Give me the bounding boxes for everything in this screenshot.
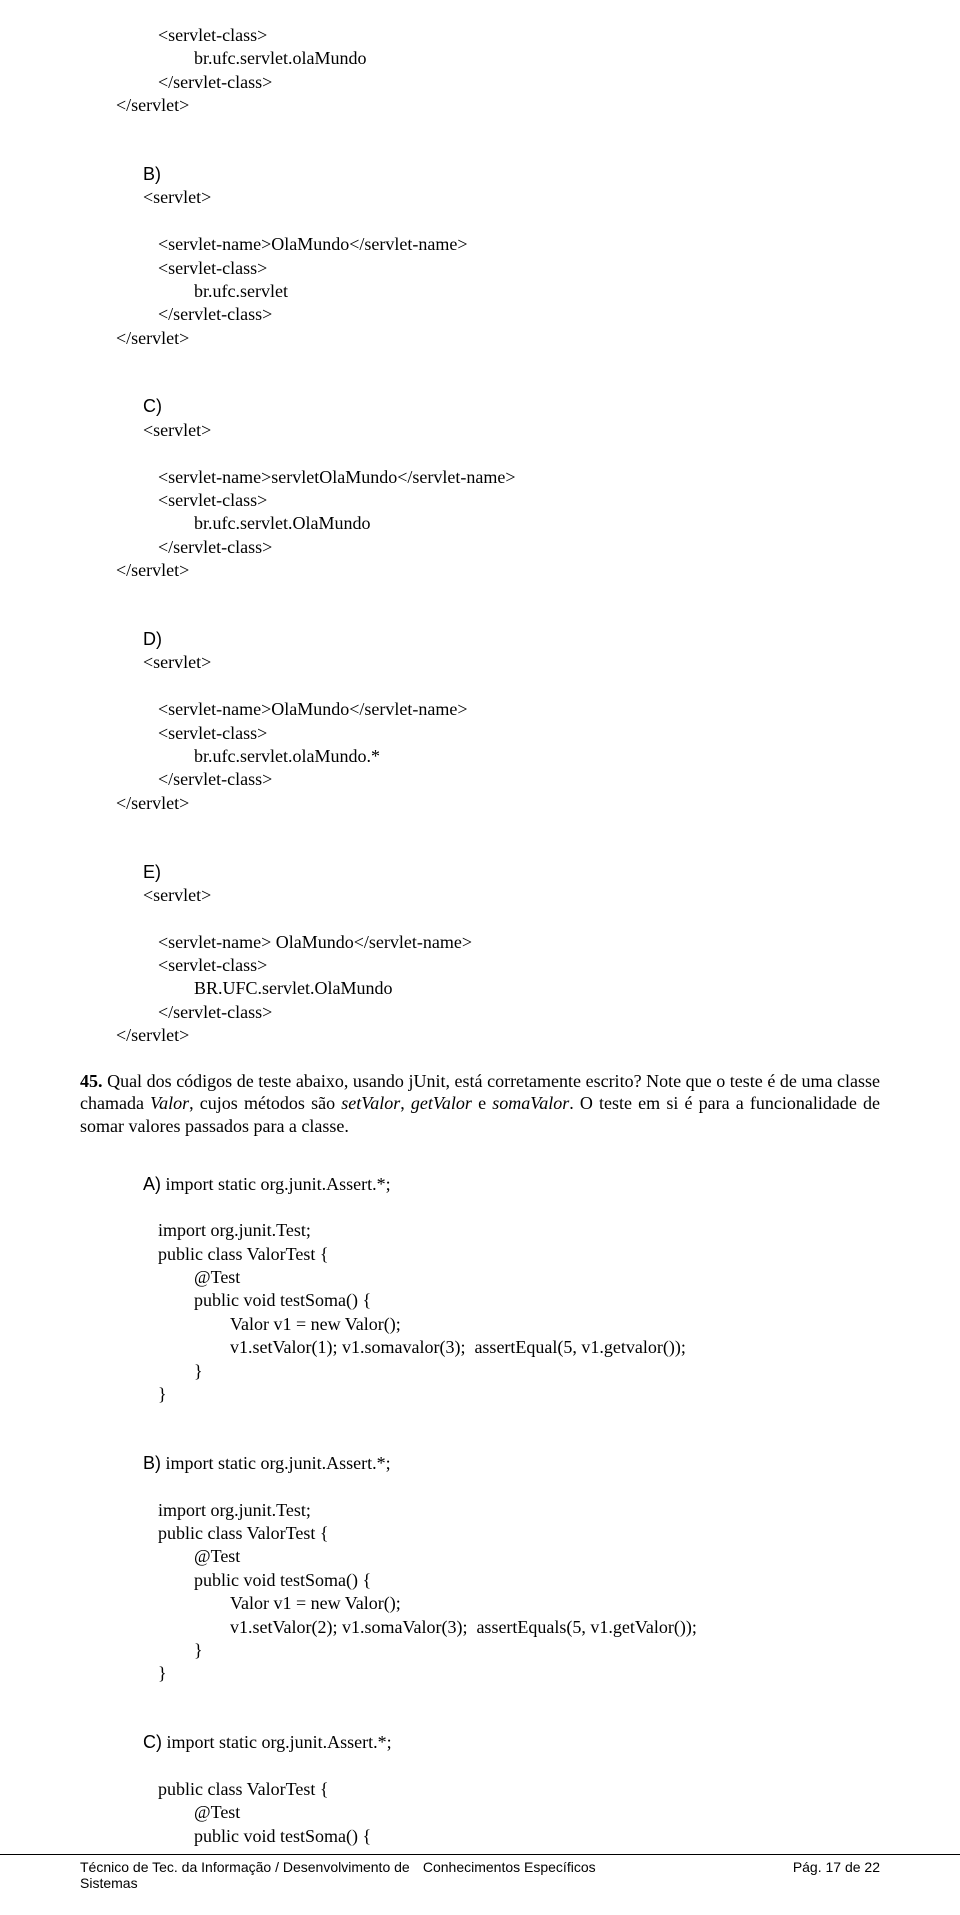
option-e: E) <servlet> <servlet-name> OlaMundo</se… xyxy=(80,837,880,1048)
code-line: import static org.junit.Assert.*; xyxy=(162,1732,392,1752)
code-line: </servlet-class> xyxy=(80,71,880,94)
code-line: v1.setValor(2); v1.somaValor(3); assertE… xyxy=(80,1616,880,1639)
question-45: 45. Qual dos códigos de teste abaixo, us… xyxy=(80,1070,880,1138)
answer-c: C) import static org.junit.Assert.*; pub… xyxy=(80,1708,880,1848)
footer-center: Conhecimentos Específicos xyxy=(423,1859,709,1891)
code-top: <servlet-class> br.ufc.servlet.olaMundo … xyxy=(80,24,880,118)
code-line: <servlet-class> xyxy=(80,954,880,977)
code-line: import org.junit.Test; xyxy=(80,1499,880,1522)
code-line: @Test xyxy=(80,1801,880,1824)
question-text-italic: Valor xyxy=(150,1093,189,1113)
option-d: D) <servlet> <servlet-name>OlaMundo</ser… xyxy=(80,605,880,816)
footer-page-number: Pág. 17 de 22 xyxy=(709,1859,880,1891)
code-line: <servlet-name>OlaMundo</servlet-name> xyxy=(80,233,880,256)
option-b: B) <servlet> <servlet-name>OlaMundo</ser… xyxy=(80,140,880,351)
answer-a: A) import static org.junit.Assert.*; imp… xyxy=(80,1149,880,1406)
code-line: </servlet-class> xyxy=(80,768,880,791)
code-line: br.ufc.servlet.olaMundo.* xyxy=(80,745,880,768)
code-line: br.ufc.servlet.olaMundo xyxy=(80,47,880,70)
page-footer: Técnico de Tec. da Informação / Desenvol… xyxy=(0,1854,960,1915)
question-text: , xyxy=(400,1093,411,1113)
code-line: <servlet-name> OlaMundo</servlet-name> xyxy=(80,931,880,954)
code-line: import static org.junit.Assert.*; xyxy=(161,1453,391,1473)
code-line: public class ValorTest { xyxy=(80,1243,880,1266)
code-line: </servlet> xyxy=(80,792,880,815)
code-line: } xyxy=(80,1639,880,1662)
option-label-b: B) xyxy=(143,164,161,184)
answer-label-a: A) xyxy=(143,1174,161,1194)
code-line: BR.UFC.servlet.OlaMundo xyxy=(80,977,880,1000)
question-text: , cujos métodos são xyxy=(189,1093,341,1113)
code-line: <servlet-name>servletOlaMundo</servlet-n… xyxy=(80,466,880,489)
code-line: </servlet-class> xyxy=(80,303,880,326)
code-line: } xyxy=(80,1662,880,1685)
question-text-italic: setValor xyxy=(341,1093,400,1113)
code-line: Valor v1 = new Valor(); xyxy=(80,1592,880,1615)
code-line: import org.junit.Test; xyxy=(80,1219,880,1242)
question-text-italic: getValor xyxy=(411,1093,472,1113)
code-line: </servlet> xyxy=(80,559,880,582)
code-line: br.ufc.servlet.OlaMundo xyxy=(80,512,880,535)
code-line: } xyxy=(80,1360,880,1383)
question-text-italic: somaValor xyxy=(492,1093,569,1113)
question-number: 45. xyxy=(80,1071,103,1091)
code-line: import static org.junit.Assert.*; xyxy=(161,1174,391,1194)
footer-left-line1: Técnico de Tec. da Informação / Desenvol… xyxy=(80,1859,423,1875)
code-line: <servlet> xyxy=(143,652,211,672)
option-label-c: C) xyxy=(143,396,162,416)
question-text: e xyxy=(472,1093,492,1113)
code-line: public void testSoma() { xyxy=(80,1825,880,1848)
code-line: </servlet> xyxy=(80,327,880,350)
code-line: <servlet> xyxy=(143,420,211,440)
option-c: C) <servlet> <servlet-name>servletOlaMun… xyxy=(80,372,880,583)
code-line: <servlet> xyxy=(143,187,211,207)
code-line: </servlet-class> xyxy=(80,536,880,559)
option-label-e: E) xyxy=(143,862,161,882)
code-line: } xyxy=(80,1383,880,1406)
code-line: <servlet-class> xyxy=(80,24,880,47)
code-line: public class ValorTest { xyxy=(80,1778,880,1801)
answer-label-b: B) xyxy=(143,1453,161,1473)
code-line: v1.setValor(1); v1.somavalor(3); assertE… xyxy=(80,1336,880,1359)
code-line: <servlet-class> xyxy=(80,489,880,512)
answer-label-c: C) xyxy=(143,1732,162,1752)
code-line: <servlet-class> xyxy=(80,722,880,745)
code-line: <servlet-name>OlaMundo</servlet-name> xyxy=(80,698,880,721)
code-line: @Test xyxy=(80,1545,880,1568)
code-line: @Test xyxy=(80,1266,880,1289)
code-line: </servlet-class> xyxy=(80,1001,880,1024)
footer-left-line2: Sistemas xyxy=(80,1875,423,1891)
code-line: <servlet> xyxy=(143,885,211,905)
code-line: </servlet> xyxy=(80,94,880,117)
code-line: public void testSoma() { xyxy=(80,1569,880,1592)
code-line: Valor v1 = new Valor(); xyxy=(80,1313,880,1336)
code-line: </servlet> xyxy=(80,1024,880,1047)
code-line: br.ufc.servlet xyxy=(80,280,880,303)
option-label-d: D) xyxy=(143,629,162,649)
code-line: <servlet-class> xyxy=(80,257,880,280)
answer-b: B) import static org.junit.Assert.*; imp… xyxy=(80,1428,880,1685)
code-line: public class ValorTest { xyxy=(80,1522,880,1545)
code-line: public void testSoma() { xyxy=(80,1289,880,1312)
